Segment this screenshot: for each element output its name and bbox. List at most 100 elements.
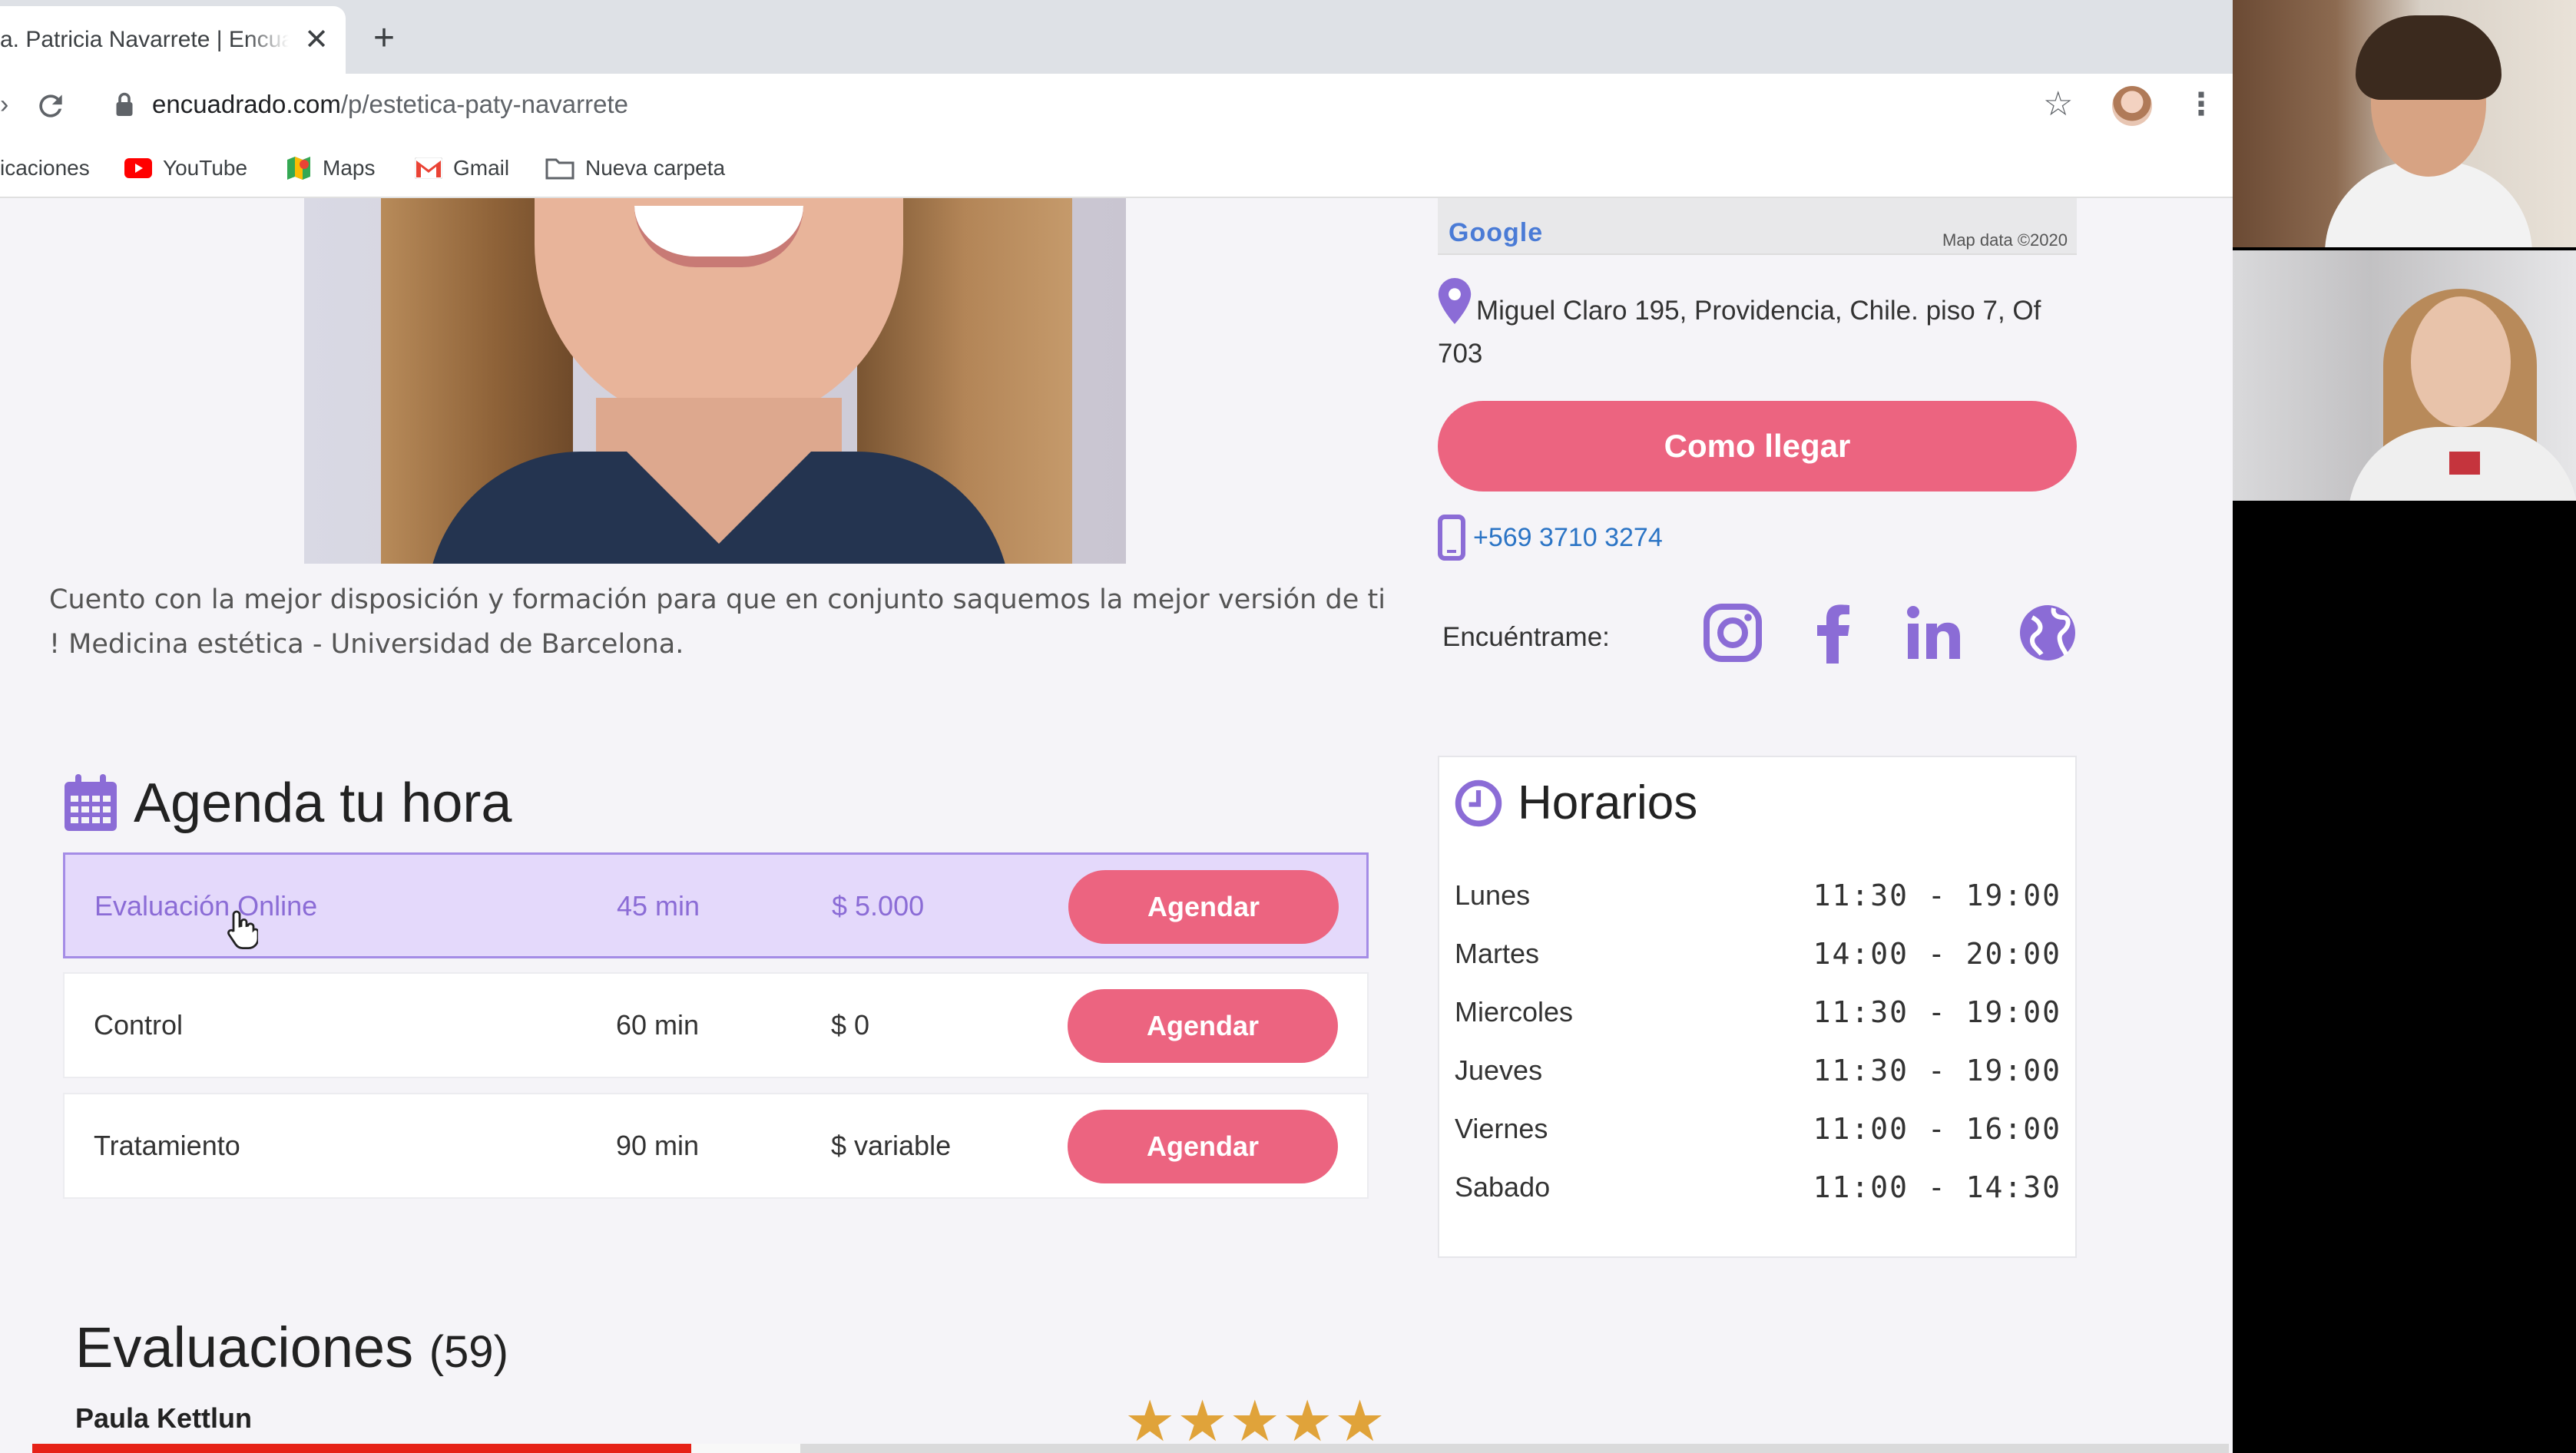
instagram-icon[interactable] <box>1702 602 1763 664</box>
bookmark-apps[interactable]: icaciones <box>0 155 90 181</box>
menu-icon[interactable]: ⋮ <box>2186 88 2217 121</box>
folder-icon <box>545 158 574 180</box>
url-path: /p/estetica-paty-navarrete <box>340 90 629 118</box>
browser-window: a. Patricia Navarrete | Encua ✕ + › encu… <box>0 0 2233 1453</box>
schedule-row: Martes 14:00 - 20:00 <box>1455 931 2061 977</box>
service-row[interactable]: Evaluación Online 45 min $ 5.000 Agendar <box>63 852 1369 958</box>
video-tile-participant-2 <box>2233 250 2576 501</box>
bookmark-youtube[interactable]: YouTube <box>124 155 247 181</box>
google-logo: Google <box>1449 218 1544 247</box>
lock-icon[interactable] <box>115 91 134 118</box>
schedule-hours: 14:00 - 20:00 <box>1813 937 2061 971</box>
schedule-hours: 11:30 - 19:00 <box>1813 1054 2061 1087</box>
page-content: Cuento con la mejor disposición y formac… <box>0 198 2233 1453</box>
video-progress-bar[interactable] <box>32 1444 2229 1453</box>
schedule-row: Miercoles 11:30 - 19:00 <box>1455 989 2061 1035</box>
schedule-row: Jueves 11:30 - 19:00 <box>1455 1048 2061 1094</box>
video-played <box>32 1444 691 1453</box>
schedule-card: Horarios Lunes 11:30 - 19:00 Martes 14:0… <box>1438 756 2077 1258</box>
close-tab-icon[interactable]: ✕ <box>304 25 329 55</box>
location-pin-icon <box>1438 278 1472 324</box>
bookmark-label: Maps <box>323 156 376 180</box>
rating-stars: ★★★★★ <box>1124 1389 1387 1453</box>
bookmark-label: icaciones <box>0 156 90 180</box>
tab-strip: a. Patricia Navarrete | Encua ✕ + <box>0 0 2233 74</box>
book-button[interactable]: Agendar <box>1068 870 1339 944</box>
schedule-day: Martes <box>1455 938 1540 969</box>
schedule-day: Miercoles <box>1455 996 1574 1028</box>
bookmark-star-icon[interactable]: ☆ <box>2043 88 2073 121</box>
linkedin-icon[interactable] <box>1903 602 1965 664</box>
bookmarks-bar: icaciones YouTube Maps Gmail Nueva carpe… <box>0 137 2233 198</box>
calendar-icon <box>65 774 117 831</box>
maps-icon <box>287 157 310 180</box>
location-map[interactable]: Google Map data ©2020 <box>1438 198 2077 255</box>
service-price: $ 0 <box>831 1009 870 1041</box>
tab-title: a. Patricia Navarrete | Encua <box>0 27 289 52</box>
schedule-hours: 11:30 - 19:00 <box>1813 879 2061 912</box>
phone-link[interactable]: +569 3710 3274 <box>1438 515 1663 561</box>
service-duration: 45 min <box>617 890 700 922</box>
profile-photo <box>304 198 1126 564</box>
schedule-row: Lunes 11:30 - 19:00 <box>1455 872 2061 918</box>
browser-tab[interactable]: a. Patricia Navarrete | Encua ✕ <box>0 6 346 74</box>
address: Miguel Claro 195, Providencia, Chile. pi… <box>1438 278 2083 376</box>
service-price: $ variable <box>831 1130 952 1161</box>
schedule-day: Lunes <box>1455 879 1531 911</box>
schedule-title: Horarios <box>1518 776 1698 829</box>
bookmark-label: YouTube <box>163 156 248 180</box>
reviews-title: Evaluaciones <box>75 1316 414 1379</box>
profile-avatar[interactable] <box>2112 86 2152 126</box>
service-duration: 60 min <box>616 1009 700 1041</box>
service-name: Control <box>94 1009 184 1041</box>
url-domain: encuadrado.com <box>152 90 341 118</box>
schedule-heading: Horarios <box>1455 773 1697 834</box>
schedule-day: Sabado <box>1455 1171 1551 1203</box>
schedule-day: Jueves <box>1455 1054 1543 1086</box>
clock-icon <box>1455 779 1502 827</box>
video-tile-participant-1 <box>2233 0 2576 247</box>
reviewer-name: Paula Kettlun <box>75 1402 253 1434</box>
schedule-row: Sabado 11:00 - 14:30 <box>1455 1164 2061 1210</box>
service-duration: 90 min <box>616 1130 700 1161</box>
service-name: Evaluación Online <box>94 890 318 922</box>
reviews-heading: Evaluaciones (59) <box>75 1313 508 1387</box>
service-row[interactable]: Tratamiento 90 min $ variable Agendar <box>63 1093 1369 1199</box>
service-name: Tratamiento <box>94 1130 240 1161</box>
address-bar[interactable]: encuadrado.com/p/estetica-paty-navarrete <box>152 89 628 120</box>
youtube-icon <box>124 158 152 178</box>
reload-icon[interactable] <box>34 89 68 123</box>
browser-toolbar: › encuadrado.com/p/estetica-paty-navarre… <box>0 74 2233 137</box>
bookmark-maps[interactable]: Maps <box>286 155 375 181</box>
service-row[interactable]: Control 60 min $ 0 Agendar <box>63 972 1369 1078</box>
map-attribution: Map data ©2020 <box>1942 230 2068 250</box>
profile-bio: Cuento con la mejor disposición y formac… <box>49 584 1386 660</box>
bookmark-label: Gmail <box>453 156 510 180</box>
bookmark-folder[interactable]: Nueva carpeta <box>545 155 725 181</box>
address-text: Miguel Claro 195, Providencia, Chile. pi… <box>1438 296 2041 369</box>
book-button[interactable]: Agendar <box>1068 989 1338 1063</box>
schedule-hours: 11:00 - 14:30 <box>1813 1170 2061 1204</box>
reviews-count: (59) <box>429 1327 508 1377</box>
forward-icon[interactable]: › <box>0 91 9 117</box>
schedule-hours: 11:00 - 16:00 <box>1813 1112 2061 1146</box>
hand-cursor-icon <box>227 910 258 949</box>
directions-button[interactable]: Como llegar <box>1438 401 2077 492</box>
schedule-hours: 11:30 - 19:00 <box>1813 995 2061 1029</box>
new-tab-button[interactable]: + <box>373 20 395 57</box>
schedule-row: Viernes 11:00 - 16:00 <box>1455 1106 2061 1152</box>
service-price: $ 5.000 <box>832 890 925 922</box>
gmail-icon <box>415 157 442 179</box>
find-me-label: Encuéntrame: <box>1442 622 1610 652</box>
book-button[interactable]: Agendar <box>1068 1110 1338 1183</box>
phone-icon <box>1438 515 1465 561</box>
bookmark-gmail[interactable]: Gmail <box>415 155 509 181</box>
schedule-day: Viernes <box>1455 1113 1548 1144</box>
bookmark-label: Nueva carpeta <box>585 156 726 180</box>
website-globe-icon[interactable] <box>2017 602 2078 664</box>
agenda-heading: Agenda tu hora <box>63 771 512 836</box>
agenda-title: Agenda tu hora <box>134 773 512 834</box>
phone-number: +569 3710 3274 <box>1473 523 1663 552</box>
facebook-icon[interactable] <box>1803 602 1865 664</box>
video-panel-empty <box>2233 501 2576 1453</box>
